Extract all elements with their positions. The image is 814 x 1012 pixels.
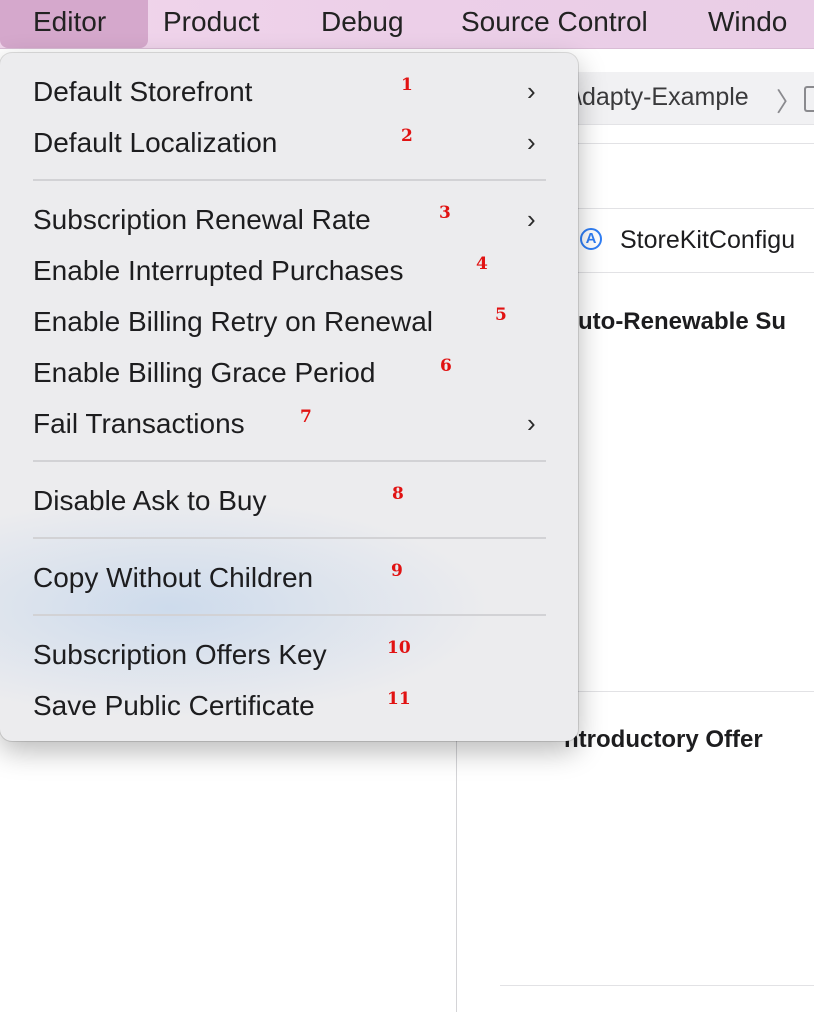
section-introductory-offer: ntroductory Offer bbox=[564, 726, 763, 753]
menu-item-label: Save Public Certificate bbox=[33, 690, 315, 721]
annotation-number: 6 bbox=[440, 356, 452, 376]
section-auto-renewable: uto-Renewable Su bbox=[578, 308, 787, 335]
chevron-right-icon: › bbox=[527, 408, 536, 438]
document-icon bbox=[804, 86, 814, 112]
split-divider[interactable] bbox=[456, 741, 457, 1012]
divider bbox=[560, 272, 814, 273]
menu-item-default-localization[interactable]: Default Localization 2 › bbox=[0, 120, 578, 166]
menu-item-subscription-renewal-rate[interactable]: Subscription Renewal Rate 3 › bbox=[0, 197, 578, 243]
divider bbox=[500, 985, 814, 986]
menu-item-default-storefront[interactable]: Default Storefront 1 › bbox=[0, 69, 578, 115]
menu-item-save-public-certificate[interactable]: Save Public Certificate 11 bbox=[0, 683, 578, 729]
annotation-number: 9 bbox=[391, 561, 403, 581]
menu-item-label: Subscription Offers Key bbox=[33, 639, 327, 670]
annotation-number: 1 bbox=[401, 75, 413, 95]
menubar-product[interactable]: Product bbox=[163, 0, 260, 48]
menu-item-label: Subscription Renewal Rate bbox=[33, 204, 371, 235]
menu-bar: Editor Product Debug Source Control Wind… bbox=[0, 0, 814, 49]
menu-item-label: Enable Interrupted Purchases bbox=[33, 255, 404, 286]
editor-dropdown-menu: Default Storefront 1 › Default Localizat… bbox=[0, 53, 578, 741]
annotation-number: 11 bbox=[387, 689, 411, 709]
menu-item-label: Enable Billing Grace Period bbox=[33, 357, 376, 388]
menu-item-copy-without-children[interactable]: Copy Without Children 9 bbox=[0, 555, 578, 601]
menubar-debug[interactable]: Debug bbox=[321, 0, 404, 48]
app-store-icon: A bbox=[580, 228, 602, 250]
menu-separator bbox=[33, 179, 546, 181]
annotation-number: 7 bbox=[300, 407, 312, 427]
menu-item-label: Enable Billing Retry on Renewal bbox=[33, 306, 433, 337]
breadcrumb-chevron-icon: 〉 bbox=[776, 87, 803, 117]
annotation-number: 10 bbox=[387, 638, 411, 658]
breadcrumb-project[interactable]: \dapty-Example bbox=[575, 83, 749, 112]
menu-separator bbox=[33, 460, 546, 462]
menu-item-label: Default Storefront bbox=[33, 76, 253, 107]
annotation-number: 5 bbox=[495, 305, 507, 325]
chevron-right-icon: › bbox=[527, 204, 536, 234]
menu-item-label: Disable Ask to Buy bbox=[33, 485, 267, 516]
menu-item-label: Copy Without Children bbox=[33, 562, 314, 593]
annotation-number: 8 bbox=[392, 484, 404, 504]
chevron-right-icon: › bbox=[527, 127, 536, 157]
menu-item-subscription-offers-key[interactable]: Subscription Offers Key 10 bbox=[0, 632, 578, 678]
chevron-right-icon: › bbox=[527, 76, 536, 106]
menubar-editor[interactable]: Editor bbox=[0, 0, 148, 48]
menu-item-enable-interrupted-purchases[interactable]: Enable Interrupted Purchases 4 bbox=[0, 248, 578, 294]
annotation-number: 3 bbox=[439, 203, 451, 223]
menu-separator bbox=[33, 614, 546, 616]
divider bbox=[560, 208, 814, 209]
menu-item-enable-billing-grace-period[interactable]: Enable Billing Grace Period 6 bbox=[0, 350, 578, 396]
menu-separator bbox=[33, 537, 546, 539]
menu-item-label: Default Localization bbox=[33, 127, 278, 158]
menu-item-label: Fail Transactions bbox=[33, 408, 245, 439]
annotation-number: 2 bbox=[401, 126, 413, 146]
annotation-number: 4 bbox=[476, 254, 488, 274]
divider bbox=[560, 143, 814, 144]
menu-item-fail-transactions[interactable]: Fail Transactions 7 › bbox=[0, 401, 578, 447]
storekit-config-label: StoreKitConfigu bbox=[620, 226, 796, 254]
menubar-source-control[interactable]: Source Control bbox=[461, 0, 648, 48]
menu-item-disable-ask-to-buy[interactable]: Disable Ask to Buy 8 bbox=[0, 478, 578, 524]
menubar-window[interactable]: Windo bbox=[708, 0, 787, 48]
menu-item-enable-billing-retry[interactable]: Enable Billing Retry on Renewal 5 bbox=[0, 299, 578, 345]
